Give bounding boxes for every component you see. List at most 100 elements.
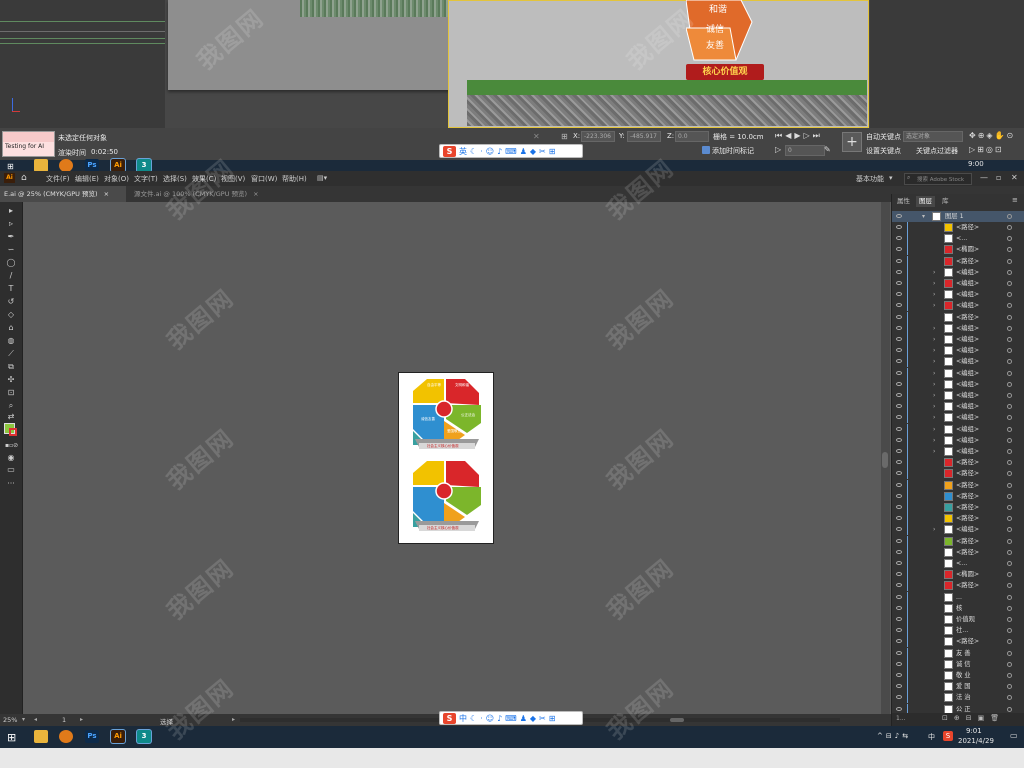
tab-libraries[interactable]: 库 bbox=[939, 196, 952, 207]
layer-row[interactable]: › <编组> bbox=[892, 356, 1024, 368]
layer-target-icon[interactable] bbox=[1007, 415, 1012, 421]
expand-arrow-icon[interactable]: › bbox=[933, 401, 935, 412]
paintbrush-tool-icon[interactable]: / bbox=[5, 271, 17, 281]
visibility-eye-icon[interactable] bbox=[896, 661, 902, 666]
layer-row[interactable]: › <编组> bbox=[892, 334, 1024, 345]
layer-target-icon[interactable] bbox=[1007, 572, 1012, 578]
edit-toolbar-icon[interactable]: ··· bbox=[5, 479, 17, 489]
visibility-eye-icon[interactable] bbox=[896, 393, 902, 397]
layer-target-icon[interactable] bbox=[1007, 393, 1012, 398]
layer-row[interactable]: › <编组> bbox=[892, 345, 1024, 357]
layer-row-name[interactable]: <编组> bbox=[956, 323, 979, 334]
layer-target-icon[interactable] bbox=[1007, 460, 1012, 466]
shape-builder-tool-icon[interactable]: ◍ bbox=[5, 336, 17, 346]
layer-row[interactable]: <路径> bbox=[892, 255, 1024, 267]
layer-target-icon[interactable] bbox=[1007, 247, 1012, 253]
layer-row[interactable]: › <编组> bbox=[892, 266, 1024, 278]
keyboard-icon[interactable]: ⌨ bbox=[505, 147, 517, 156]
scrollbar-thumb[interactable] bbox=[882, 452, 888, 468]
layer-row[interactable]: <路径> bbox=[892, 513, 1024, 525]
layer-target-icon[interactable] bbox=[1007, 617, 1012, 622]
expand-arrow-icon[interactable]: › bbox=[933, 345, 935, 356]
pen-tool-icon[interactable]: ✒ bbox=[5, 232, 17, 242]
ime-toolbar-bottom[interactable]: S 中 ☾ · ☺ ♪ ⌨ ♟ ◆ ✂ ⊞ bbox=[439, 711, 583, 725]
layer-row[interactable]: › <编组> bbox=[892, 278, 1024, 289]
maximize-icon[interactable]: ▫ bbox=[996, 173, 1001, 182]
expand-arrow-icon[interactable]: › bbox=[933, 435, 935, 446]
layer-row-name[interactable]: <编组> bbox=[956, 300, 979, 311]
keyboard-icon[interactable]: ⌨ bbox=[505, 714, 517, 723]
layer-row[interactable]: › <编组> bbox=[892, 300, 1024, 312]
visibility-eye-icon[interactable] bbox=[896, 493, 902, 498]
file-explorer-icon[interactable] bbox=[34, 730, 48, 743]
horizontal-scrollbar-thumb[interactable] bbox=[670, 718, 684, 722]
layer-target-icon[interactable] bbox=[1007, 650, 1012, 656]
layer-row-name[interactable]: <编组> bbox=[956, 435, 979, 446]
layer-row-name[interactable]: 核 bbox=[956, 603, 962, 614]
layer-target-icon[interactable] bbox=[1007, 471, 1012, 477]
visibility-eye-icon[interactable] bbox=[896, 594, 902, 599]
layer-row[interactable]: 爱 国 bbox=[892, 681, 1024, 693]
layer-row-name[interactable]: <... bbox=[956, 233, 967, 244]
layer-target-icon[interactable] bbox=[1007, 628, 1012, 634]
visibility-eye-icon[interactable] bbox=[896, 605, 902, 610]
clock-time-top[interactable]: 9:00 bbox=[968, 160, 984, 168]
menu-file[interactable]: 文件(F) bbox=[46, 174, 70, 184]
menu-edit[interactable]: 编辑(E) bbox=[75, 174, 99, 184]
layer-row[interactable]: › <编组> bbox=[892, 524, 1024, 536]
layer-row[interactable]: <路径> bbox=[892, 580, 1024, 592]
selected-objects-dropdown[interactable]: 选定对象 bbox=[903, 131, 963, 142]
layer-row[interactable]: <路径> bbox=[892, 457, 1024, 469]
tab-layers[interactable]: 图层 bbox=[916, 196, 935, 207]
panel-menu-icon[interactable]: ≡ bbox=[1012, 196, 1018, 204]
curvature-tool-icon[interactable]: ∽ bbox=[5, 245, 17, 255]
moon-icon[interactable]: ☾ bbox=[470, 714, 477, 723]
visibility-eye-icon[interactable] bbox=[896, 471, 902, 476]
visibility-eye-icon[interactable] bbox=[896, 572, 902, 577]
y-coordinate-field[interactable]: -485.917 bbox=[627, 131, 661, 142]
layer-row-name[interactable]: <椭圆> bbox=[956, 244, 979, 255]
menu-help[interactable]: 帮助(H) bbox=[282, 174, 307, 184]
arrange-documents-icon[interactable]: ▤▾ bbox=[317, 174, 327, 182]
layer-row-name[interactable]: <路径> bbox=[956, 312, 979, 323]
layer-name[interactable]: 图层 1 bbox=[945, 211, 964, 222]
ime-lang-label[interactable]: 英 bbox=[459, 146, 467, 157]
visibility-eye-icon[interactable] bbox=[896, 684, 902, 689]
rotate-tool-icon[interactable]: ↺ bbox=[5, 297, 17, 307]
skin-icon[interactable]: ◆ bbox=[530, 147, 536, 156]
layer-target-icon[interactable] bbox=[1007, 325, 1012, 331]
visibility-eye-icon[interactable] bbox=[896, 292, 902, 297]
menu-grid-icon[interactable]: ⊞ bbox=[549, 714, 556, 723]
layer-target-icon[interactable] bbox=[1007, 449, 1012, 454]
close-icon[interactable]: ✕ bbox=[1011, 173, 1018, 182]
layer-row-name[interactable]: 爱 国 bbox=[956, 681, 971, 692]
layer-row-name[interactable]: ... bbox=[956, 592, 962, 603]
layer-row-name[interactable]: 诚 信 bbox=[956, 659, 971, 670]
layer-target-icon[interactable] bbox=[1007, 437, 1012, 443]
status-menu-icon[interactable]: ▸ bbox=[232, 716, 235, 723]
layer-target-icon[interactable] bbox=[1007, 493, 1012, 499]
layer-row[interactable]: › <编组> bbox=[892, 322, 1024, 334]
layer-row[interactable]: › <编组> bbox=[892, 401, 1024, 413]
menu-window[interactable]: 窗口(W) bbox=[251, 174, 277, 184]
layer-row-name[interactable]: <路径> bbox=[956, 502, 979, 513]
layer-target-icon[interactable] bbox=[1007, 684, 1012, 690]
visibility-eye-icon[interactable] bbox=[896, 415, 902, 420]
layer-target-icon[interactable] bbox=[1007, 561, 1012, 566]
visibility-eye-icon[interactable] bbox=[896, 650, 902, 655]
menu-grid-icon[interactable]: ⊞ bbox=[549, 147, 556, 156]
menu-view[interactable]: 视图(V) bbox=[221, 174, 245, 184]
viewport-nav-icons[interactable]: ✥⊕◈✋⊙ bbox=[969, 131, 1015, 140]
layer-row[interactable]: <路径> bbox=[892, 502, 1024, 513]
layer-row-name[interactable]: <编组> bbox=[956, 446, 979, 457]
width-tool-icon[interactable]: ⌂ bbox=[5, 323, 17, 333]
visibility-eye-icon[interactable] bbox=[896, 325, 902, 330]
layer-target-icon[interactable] bbox=[1007, 314, 1012, 320]
screen-mode-icon[interactable]: ▭ bbox=[5, 465, 17, 475]
layer-row[interactable]: <路径> bbox=[892, 490, 1024, 502]
auto-key-button[interactable]: 自动关键点 bbox=[866, 132, 901, 142]
mic-icon[interactable]: ♪ bbox=[497, 714, 502, 723]
layer-row[interactable]: 诚 信 bbox=[892, 658, 1024, 670]
layer-row-name[interactable]: <路径> bbox=[956, 513, 979, 524]
eyedropper-tool-icon[interactable]: ⟋ bbox=[5, 349, 17, 359]
